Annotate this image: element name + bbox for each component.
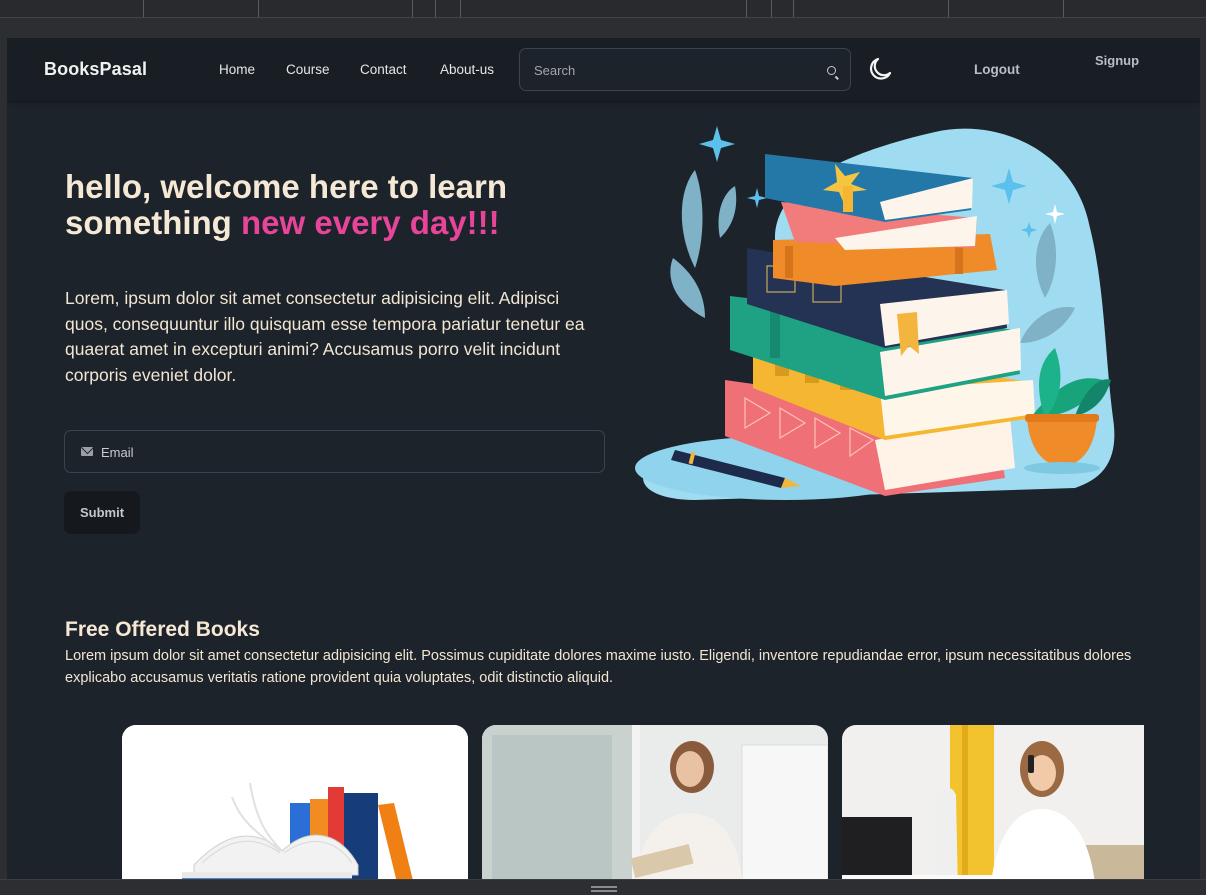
book-card[interactable] <box>122 725 468 879</box>
web-page: BooksPasal Home Course Contact About-us … <box>7 38 1200 879</box>
email-input[interactable] <box>101 442 581 462</box>
email-field-box <box>64 430 605 473</box>
divider <box>435 0 436 17</box>
books-stack-illustration <box>635 126 1115 500</box>
nav-link-course[interactable]: Course <box>286 62 330 77</box>
divider <box>258 0 259 17</box>
navbar: BooksPasal Home Course Contact About-us … <box>7 38 1200 101</box>
hero-paragraph: Lorem, ipsum dolor sit amet consectetur … <box>65 288 585 385</box>
divider <box>460 0 461 17</box>
search-box <box>519 48 851 91</box>
brand-logo[interactable]: BooksPasal <box>44 59 147 80</box>
book-card[interactable] <box>842 725 1144 879</box>
divider <box>746 0 747 17</box>
book-card[interactable] <box>482 725 828 879</box>
frame-left <box>0 38 7 880</box>
divider <box>793 0 794 17</box>
woman-phone-image <box>842 725 1144 879</box>
divider <box>948 0 949 17</box>
moon-icon[interactable] <box>865 54 895 84</box>
divider <box>1063 0 1064 17</box>
logout-button[interactable]: Logout <box>974 62 1020 77</box>
divider <box>143 0 144 17</box>
hero-title-line1: hello, welcome here to learn <box>65 168 507 205</box>
submit-button[interactable]: Submit <box>64 491 140 534</box>
search-icon[interactable] <box>827 66 836 75</box>
section-description: Lorem ipsum dolor sit amet consectetur a… <box>65 648 1132 686</box>
frame-gap <box>0 18 1206 38</box>
divider <box>412 0 413 17</box>
books-card-image <box>122 725 468 879</box>
nav-link-about-us[interactable]: About-us <box>440 62 494 77</box>
search-input[interactable] <box>534 59 804 81</box>
hero-title: hello, welcome here to learn something n… <box>65 169 625 241</box>
nav-link-home[interactable]: Home <box>219 62 255 77</box>
divider <box>771 0 772 17</box>
resize-grip-icon[interactable] <box>591 886 617 892</box>
hero-title-line2: something <box>65 204 232 241</box>
frame-right <box>1200 38 1206 880</box>
resize-bar[interactable] <box>0 879 1206 895</box>
hero-title-highlight: new every day!!! <box>241 204 500 241</box>
browser-top-strip <box>0 0 1206 18</box>
signup-button[interactable]: Signup <box>1095 53 1139 68</box>
email-icon <box>81 447 93 456</box>
nav-link-contact[interactable]: Contact <box>360 62 407 77</box>
section-title: Free Offered Books <box>65 618 260 641</box>
woman-reading-image <box>482 725 828 879</box>
